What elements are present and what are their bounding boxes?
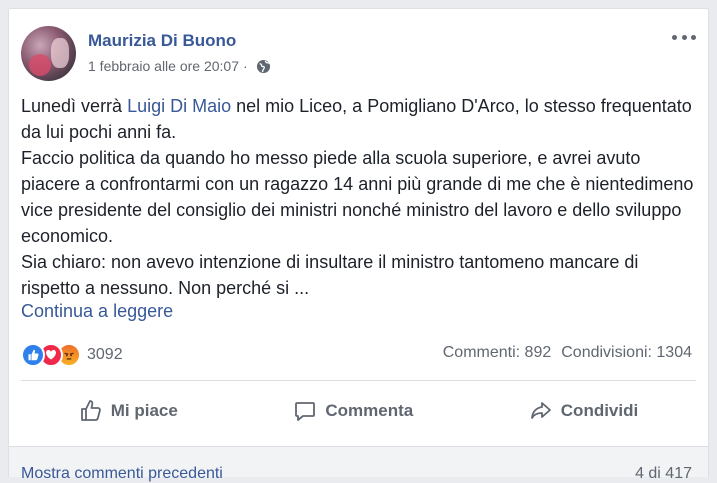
- more-options-icon[interactable]: [672, 29, 696, 45]
- reactions-summary[interactable]: 3092: [21, 343, 123, 367]
- author-name[interactable]: Maurizia Di Buono: [88, 31, 236, 51]
- mention-link[interactable]: Luigi Di Maio: [127, 96, 231, 116]
- author-avatar[interactable]: [21, 26, 76, 81]
- reaction-count[interactable]: 3092: [87, 346, 123, 364]
- globe-icon[interactable]: [256, 59, 271, 74]
- post-card: Maurizia Di Buono 1 febbraio alle ore 20…: [8, 8, 709, 482]
- action-bar: Mi piace Commenta Condividi: [21, 389, 696, 433]
- post-paragraph-3: Sia chiaro: non avevo intenzione di insu…: [21, 252, 639, 298]
- post-paragraph-2: Faccio politica da quando ho messo piede…: [21, 148, 694, 246]
- share-button-label: Condividi: [560, 401, 639, 420]
- comment-icon: [295, 402, 316, 421]
- continue-reading-link[interactable]: Continua a leggere: [21, 301, 173, 322]
- like-button[interactable]: Mi piace: [65, 393, 192, 429]
- comments-bar: Mostra commenti precedenti 4 di 417: [9, 446, 708, 482]
- comments-count[interactable]: Commenti: 892: [443, 344, 552, 362]
- meta-separator: ·: [243, 58, 248, 74]
- post-body: Lunedì verrà Luigi Di Maio nel mio Liceo…: [21, 93, 701, 301]
- comments-shown-count: 4 di 417: [635, 465, 692, 482]
- divider: [21, 380, 696, 381]
- post-timestamp[interactable]: 1 febbraio alle ore 20:07: [88, 58, 239, 74]
- like-icon: [21, 343, 45, 367]
- post-meta: 1 febbraio alle ore 20:07 ·: [88, 58, 271, 74]
- shares-count[interactable]: Condivisioni: 1304: [561, 344, 692, 362]
- like-button-label: Mi piace: [110, 401, 178, 420]
- post-stats: Commenti: 892 Condivisioni: 1304: [443, 344, 692, 362]
- post-paragraph-1: Lunedì verrà Luigi Di Maio nel mio Liceo…: [21, 96, 692, 142]
- comment-button[interactable]: Commenta: [279, 393, 427, 429]
- share-button[interactable]: Condividi: [515, 393, 652, 429]
- share-icon: [530, 402, 551, 419]
- show-previous-comments-link[interactable]: Mostra commenti precedenti: [21, 465, 223, 483]
- comment-button-label: Commenta: [325, 401, 414, 420]
- thumbs-up-icon: [80, 400, 101, 421]
